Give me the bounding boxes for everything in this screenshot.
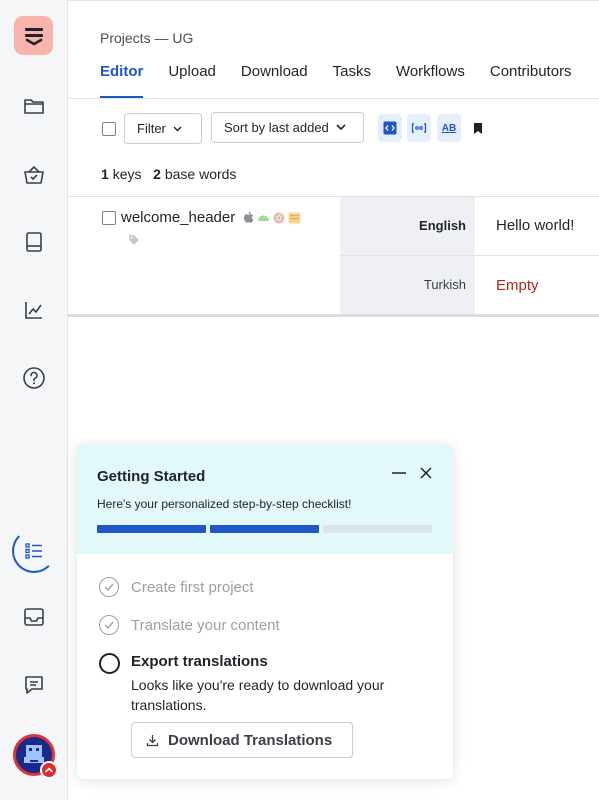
translation-row-divider: [340, 255, 599, 256]
getting-started-header: Getting Started Here's your personalized…: [77, 444, 453, 554]
language-label-turkish: Turkish: [423, 277, 466, 292]
step-export-title: Export translations: [131, 653, 268, 670]
web-icon: [288, 212, 301, 223]
filter-label: Filter: [137, 121, 166, 136]
tab-editor[interactable]: Editor: [100, 62, 144, 99]
sort-label: Sort by last added: [224, 120, 329, 135]
apple-icon: [244, 211, 254, 223]
translation-value-turkish[interactable]: Empty: [496, 277, 539, 294]
filter-button[interactable]: Filter: [124, 113, 202, 144]
table-divider: [68, 196, 599, 197]
check-circle-icon: [99, 615, 119, 635]
tab-workflows[interactable]: Workflows: [396, 62, 465, 99]
checklist-icon[interactable]: [12, 529, 56, 573]
chart-icon[interactable]: [14, 290, 54, 330]
tab-download[interactable]: Download: [241, 62, 308, 99]
basket-icon[interactable]: [14, 155, 54, 195]
getting-started-title: Getting Started: [97, 468, 206, 485]
translation-value-english[interactable]: Hello world!: [496, 217, 574, 234]
chrome-icon: [273, 212, 285, 223]
placeholder-icon[interactable]: [407, 114, 431, 142]
logo-icon[interactable]: [14, 16, 53, 55]
step-create-project[interactable]: Create first project: [99, 577, 254, 597]
empty-circle-icon[interactable]: [99, 653, 120, 674]
progress-segment-1: [97, 525, 206, 533]
chevron-down-icon: [173, 124, 182, 134]
header-divider: [68, 98, 599, 99]
step-export-description: Looks like you're ready to download your…: [131, 677, 385, 713]
download-icon: [146, 734, 159, 746]
sidebar: [0, 0, 68, 800]
minimize-icon[interactable]: [390, 464, 408, 482]
base-words-label: base words: [164, 166, 237, 182]
download-translations-button[interactable]: Download Translations: [131, 722, 353, 758]
ab-toggle-icon[interactable]: AB: [437, 114, 461, 142]
tab-tasks[interactable]: Tasks: [333, 62, 371, 99]
key-name[interactable]: welcome_header: [121, 209, 235, 226]
progress-segment-3: [323, 525, 432, 533]
language-label-english: English: [419, 218, 466, 233]
key-counts: 1 keys 2 base words: [101, 166, 236, 182]
folder-icon[interactable]: [14, 86, 54, 126]
table-bottom-border: [68, 314, 599, 317]
step-translate-content[interactable]: Translate your content: [99, 615, 280, 635]
keys-count: 1: [101, 166, 109, 182]
android-icon: [258, 215, 269, 221]
keys-label: keys: [112, 166, 142, 182]
sort-dropdown[interactable]: Sort by last added: [211, 112, 364, 143]
inbox-icon[interactable]: [14, 597, 54, 637]
code-view-icon[interactable]: [378, 114, 402, 142]
tab-bar: Editor Upload Download Tasks Workflows C…: [100, 62, 597, 99]
close-icon[interactable]: [417, 464, 435, 482]
step-label: Create first project: [131, 578, 254, 596]
check-circle-icon: [99, 577, 119, 597]
help-icon[interactable]: [14, 358, 54, 398]
key-checkbox[interactable]: [102, 211, 116, 225]
tab-contributors[interactable]: Contributors: [490, 62, 572, 99]
language-column: [340, 197, 475, 315]
progress-segment-2: [210, 525, 319, 533]
getting-started-panel: Getting Started Here's your personalized…: [77, 444, 453, 779]
bookmark-icon[interactable]: [466, 114, 490, 142]
step-label: Translate your content: [131, 616, 280, 634]
tag-icon[interactable]: [128, 233, 140, 251]
base-words-count: 2: [153, 166, 161, 182]
book-icon[interactable]: [14, 222, 54, 262]
chevron-down-icon: [336, 123, 346, 133]
breadcrumb[interactable]: Projects — UG: [100, 30, 193, 46]
download-translations-label: Download Translations: [168, 731, 333, 749]
chat-icon[interactable]: [14, 665, 54, 705]
platform-icons: [243, 211, 301, 224]
chevron-up-icon[interactable]: [40, 761, 58, 779]
select-all-checkbox[interactable]: [102, 122, 116, 136]
getting-started-subtitle: Here's your personalized step-by-step ch…: [97, 497, 352, 511]
tab-upload[interactable]: Upload: [168, 62, 216, 99]
top-border: [68, 0, 599, 1]
